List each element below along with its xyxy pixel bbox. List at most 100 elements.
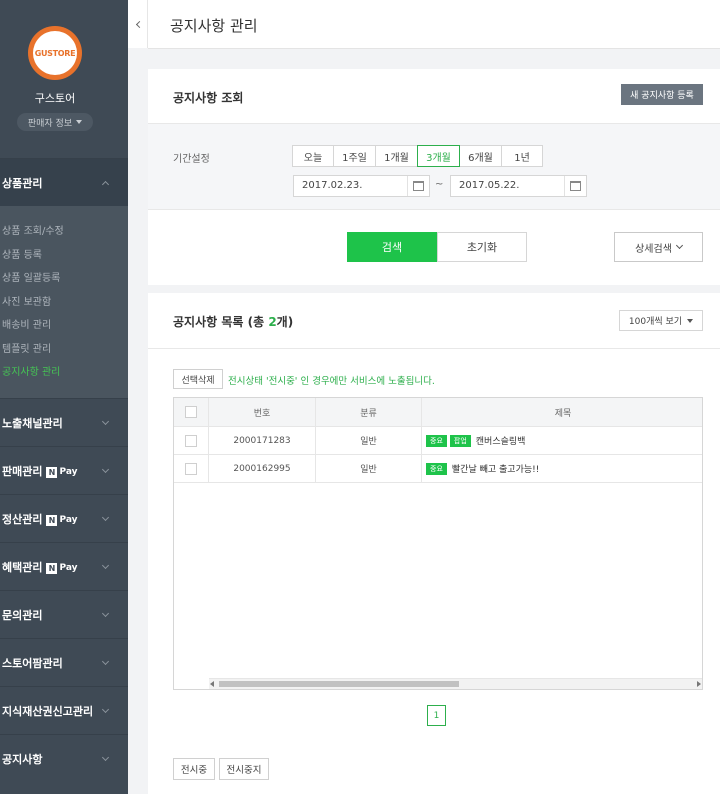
chevron-up-icon: [101, 180, 110, 188]
chevron-down-icon: [101, 753, 110, 761]
chevron-down-icon: [675, 241, 683, 250]
sidebar-subitem-2[interactable]: 상품 일괄등록: [0, 267, 128, 291]
sidebar-subitem-5[interactable]: 템플릿 관리: [0, 338, 128, 362]
sidebar-subitem-3[interactable]: 사진 보관함: [0, 291, 128, 315]
calendar-icon[interactable]: [407, 176, 429, 196]
tag-badge: 중요: [426, 462, 447, 475]
period-option-1[interactable]: 1주일: [333, 145, 376, 167]
filter-area: 기간설정 오늘 1주일 1개월 3개월 6개월 1년: [148, 124, 720, 210]
sidebar-group-8[interactable]: 공지사항: [0, 734, 128, 782]
row-title-link[interactable]: 캔버스슬링백: [476, 434, 526, 447]
row-category: 일반: [316, 455, 422, 482]
chevron-down-icon: [101, 561, 110, 569]
chevron-down-icon: [101, 705, 110, 713]
horizontal-scrollbar[interactable]: [209, 678, 702, 689]
sidebar-subitem-6[interactable]: 공지사항 관리: [0, 361, 128, 385]
page-title: 공지사항 관리: [170, 17, 258, 35]
chevron-down-icon: [101, 465, 110, 473]
row-title-link[interactable]: 빨간날 빼고 출고가능!!: [452, 462, 539, 475]
new-notice-button[interactable]: 새 공지사항 등록: [621, 84, 703, 105]
notice-list-panel: 공지사항 목록 (총 2개) 100개씩 보기 선택삭제 전시상태 '전시중' …: [148, 293, 720, 794]
row-checkbox[interactable]: [185, 434, 197, 447]
sidebar-group-label: 공지사항: [2, 752, 43, 766]
sidebar-subitem-1[interactable]: 상품 등록: [0, 244, 128, 268]
sidebar-group-6[interactable]: 스토어팜관리: [0, 638, 128, 686]
npay-n-icon: N: [46, 514, 58, 526]
sidebar-subitem-4[interactable]: 배송비 관리: [0, 314, 128, 338]
table-row[interactable]: 2000171283 일반 중요 팝업 캔버스슬링백: [174, 427, 702, 455]
date-to-input[interactable]: 2017.05.22.: [450, 175, 587, 197]
reset-button[interactable]: 초기화: [437, 232, 527, 262]
date-from-input[interactable]: 2017.02.23.: [293, 175, 430, 197]
npay-badge: N Pay: [46, 466, 78, 478]
period-option-0[interactable]: 오늘: [292, 145, 334, 167]
period-label: 기간설정: [173, 154, 210, 165]
per-page-select[interactable]: 100개씩 보기: [619, 310, 703, 331]
chevron-down-icon: [101, 417, 110, 425]
column-title[interactable]: 제목: [422, 398, 702, 426]
select-all-checkbox[interactable]: [185, 406, 197, 418]
sidebar-group-1[interactable]: 노출채널관리: [0, 398, 128, 446]
notice-count: 2: [268, 315, 277, 329]
store-logo[interactable]: GUSTORE: [28, 26, 82, 80]
sidebar-group-label: 문의관리: [2, 608, 43, 622]
search-button[interactable]: 검색: [347, 232, 437, 262]
sidebar-group-7[interactable]: 지식재산권신고관리: [0, 686, 128, 734]
list-title: 공지사항 목록 (총 2개): [173, 315, 294, 329]
search-panel-title: 공지사항 조회: [173, 91, 244, 105]
npay-badge: N Pay: [46, 514, 78, 526]
sidebar-group-label: 노출채널관리: [2, 416, 63, 430]
sidebar-group-5[interactable]: 문의관리: [0, 590, 128, 638]
sidebar-group-3[interactable]: 정산관리 N Pay: [0, 494, 128, 542]
column-category[interactable]: 분류: [316, 398, 422, 426]
sidebar-group-4[interactable]: 혜택관리 N Pay: [0, 542, 128, 590]
scrollbar-thumb[interactable]: [219, 681, 459, 687]
sidebar-collapse-button[interactable]: [128, 0, 148, 48]
sidebar-submenu: 상품 조회/수정 상품 등록 상품 일괄등록 사진 보관함 배송비 관리 템플릿 관리 공지…: [0, 206, 128, 398]
period-option-2[interactable]: 1개월: [375, 145, 418, 167]
search-panel: 공지사항 조회 새 공지사항 등록 기간설정 오늘 1주일 1개월 3개월 6개월 1년 …: [148, 69, 720, 285]
date-to-value: 2017.05.22.: [459, 180, 520, 191]
date-separator: ~: [435, 179, 444, 190]
sidebar-group-2[interactable]: 판매관리 N Pay: [0, 446, 128, 494]
page-1-button[interactable]: 1: [427, 705, 446, 726]
select-delete-button[interactable]: 선택삭제: [173, 369, 223, 389]
seller-info-button[interactable]: 판매자 정보: [17, 113, 93, 131]
display-off-button[interactable]: 전시중지: [219, 758, 269, 780]
column-number[interactable]: 번호: [209, 398, 316, 426]
tag-badge: 팝업: [449, 434, 471, 447]
brand-area: GUSTORE 구스토어 판매자 정보: [0, 0, 128, 158]
store-name: 구스토어: [34, 92, 76, 105]
sidebar-menu: 상품관리 상품 조회/수정 상품 등록 상품 일괄등록 사진 보관함 배송비 관리 템플릿 …: [0, 158, 128, 782]
sidebar-group-label: 지식재산권신고관리: [2, 704, 94, 718]
npay-n-icon: N: [46, 466, 58, 478]
date-from-value: 2017.02.23.: [302, 180, 363, 191]
table-header: 번호 분류 제목: [174, 398, 702, 427]
period-button-group: 오늘 1주일 1개월 3개월 6개월 1년: [292, 145, 543, 167]
row-category: 일반: [316, 427, 422, 454]
period-option-5[interactable]: 1년: [501, 145, 543, 167]
display-notice-message: 전시상태 '전시중' 인 경우에만 서비스에 노출됩니다.: [228, 376, 435, 387]
top-bar: 공지사항 관리: [148, 0, 720, 49]
scroll-right-icon[interactable]: [697, 681, 701, 687]
sidebar-group-label: 스토어팜관리: [2, 656, 63, 670]
logo-text: GUSTORE: [34, 48, 76, 58]
caret-down-icon: [76, 120, 83, 124]
calendar-icon[interactable]: [564, 176, 586, 196]
caret-down-icon: [687, 318, 694, 323]
detail-search-button[interactable]: 상세검색: [614, 232, 703, 262]
notice-table: 번호 분류 제목 2000171283 일반 중요 팝업 캔버스슬링백 200016299…: [173, 397, 703, 690]
npay-label: Pay: [59, 563, 78, 573]
row-number: 2000171283: [209, 427, 316, 454]
sidebar-subitem-0[interactable]: 상품 조회/수정: [0, 220, 128, 244]
scroll-left-icon[interactable]: [210, 681, 214, 687]
chevron-left-icon: [135, 20, 143, 28]
sidebar-group-0[interactable]: 상품관리: [0, 158, 128, 206]
period-option-3[interactable]: 3개월: [417, 145, 460, 167]
row-checkbox[interactable]: [185, 462, 197, 475]
display-on-button[interactable]: 전시중: [173, 758, 215, 780]
period-option-4[interactable]: 6개월: [459, 145, 502, 167]
table-row[interactable]: 2000162995 일반 중요 빨간날 빼고 출고가능!!: [174, 455, 702, 483]
chevron-down-icon: [101, 513, 110, 521]
npay-badge: N Pay: [46, 562, 78, 574]
